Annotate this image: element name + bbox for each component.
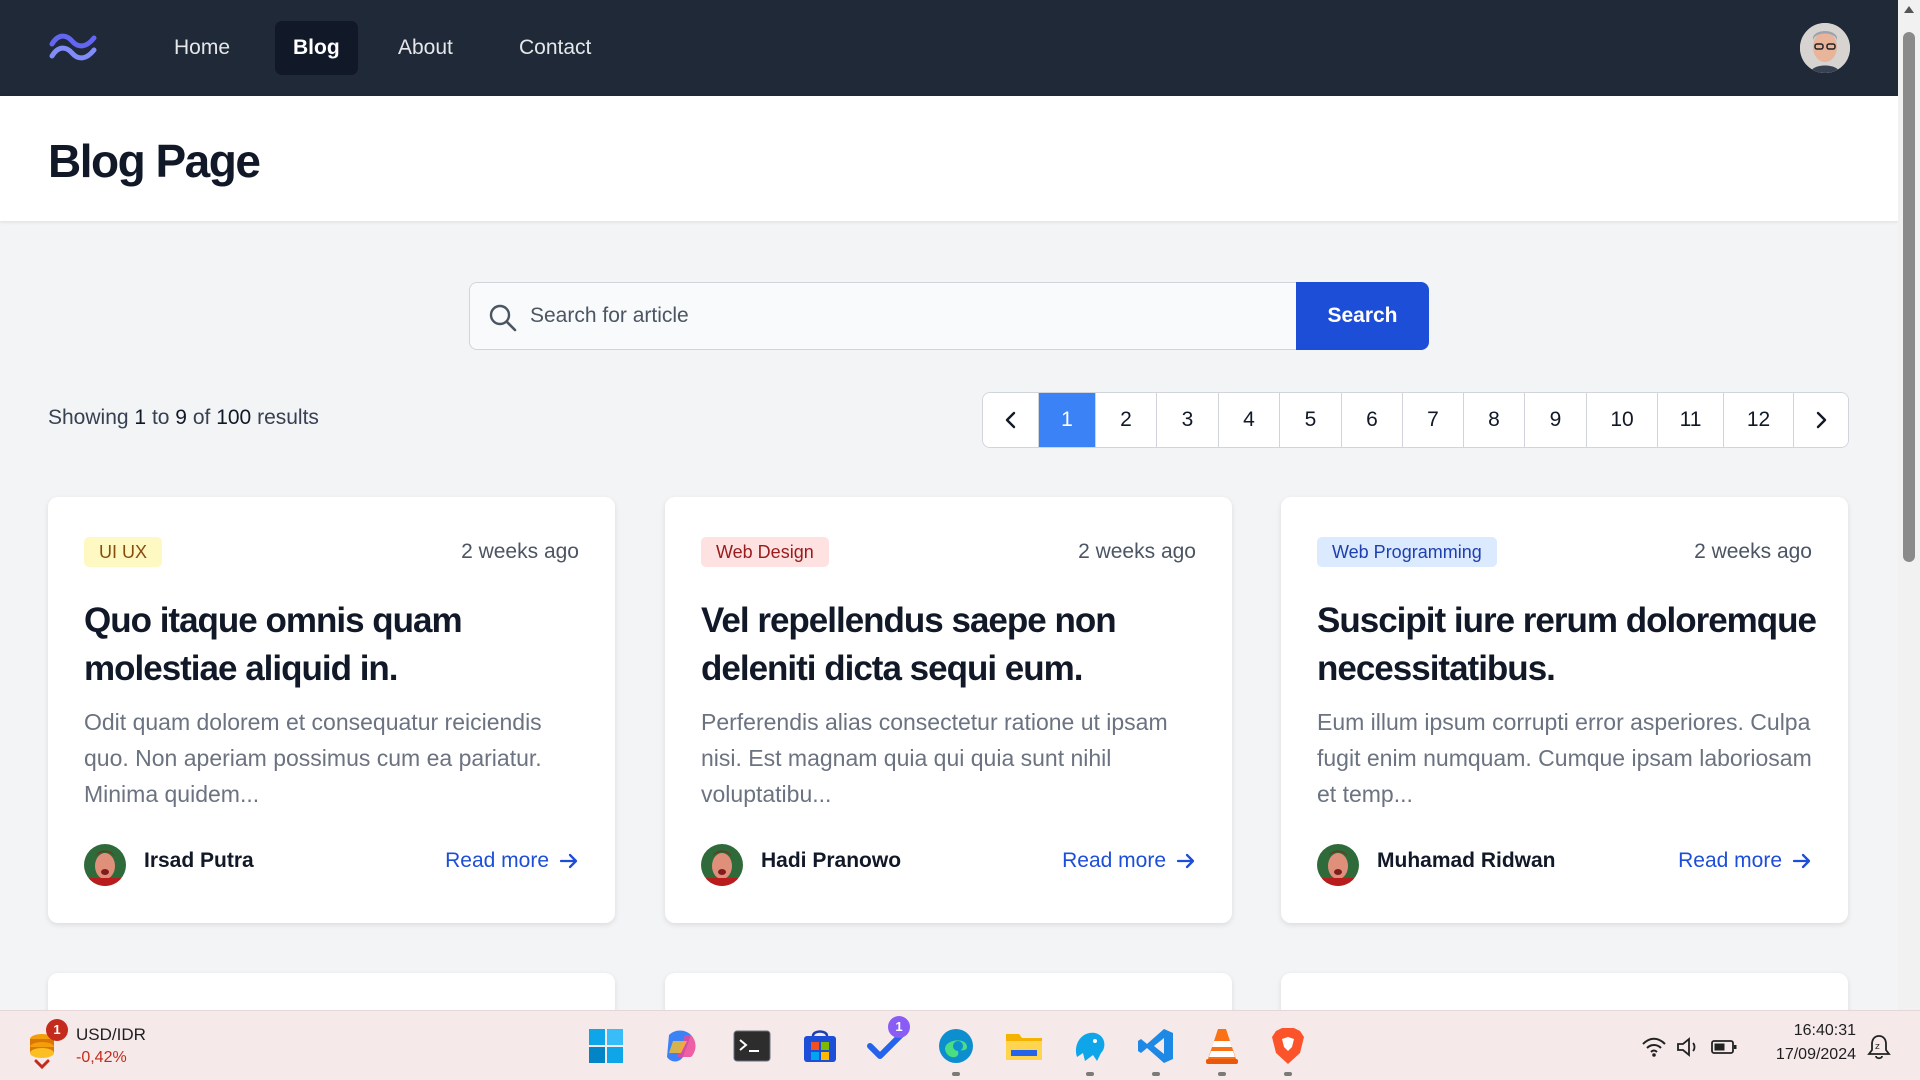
tailwind-logo-icon[interactable] [48,30,98,62]
volume-icon[interactable] [1674,1033,1702,1061]
currency-widget[interactable]: 1 USD/IDR -0,42% [24,1019,174,1073]
article-excerpt: Perferendis alias consectetur ratione ut… [701,709,1168,807]
page-button-9[interactable]: 9 [1524,393,1586,447]
article-excerpt: Odit quam dolorem et consequatur reicien… [84,709,542,807]
pagination-next-button[interactable] [1793,393,1848,447]
mysql-workbench-icon[interactable] [1068,1024,1112,1076]
terminal-icon[interactable] [730,1024,774,1068]
clock-date: 17/09/2024 [1775,1046,1856,1063]
running-indicator [1284,1072,1292,1076]
chevron-left-icon [1005,411,1015,429]
svg-text:z: z [1875,1042,1880,1052]
page-title: Blog Page [48,135,261,187]
store-icon[interactable] [798,1024,842,1068]
widget-notification-badge: 1 [46,1019,68,1041]
todo-icon[interactable]: 1 [864,1016,910,1068]
results-summary: Showing 1 to 9 of 100 results [48,406,319,429]
page-button-12[interactable]: 12 [1723,393,1793,447]
search-bar: Search [469,282,1429,350]
nav-home-link[interactable]: Home [156,21,248,75]
battery-icon[interactable] [1710,1033,1738,1061]
article-title[interactable]: Vel repellendus saepe non deleniti dicta… [701,597,1201,693]
page-button-2[interactable]: 2 [1095,393,1156,447]
search-icon [488,303,518,333]
widget-title: USD/IDR [76,1025,146,1044]
category-badge[interactable]: UI UX [84,537,163,567]
author-name: Muhamad Ridwan [1377,849,1556,872]
page-button-5[interactable]: 5 [1279,393,1341,447]
scroll-thumb[interactable] [1903,32,1915,562]
article-title[interactable]: Quo itaque omnis quam molestiae aliquid … [84,597,584,693]
page-button-8[interactable]: 8 [1463,393,1524,447]
search-button[interactable]: Search [1296,282,1429,350]
page-button-6[interactable]: 6 [1341,393,1402,447]
top-navbar: Home Blog About Contact [0,0,1898,96]
file-explorer-icon[interactable] [1002,1024,1046,1068]
search-field[interactable] [469,282,1297,350]
widget-value: -0,42% [76,1049,127,1066]
vscode-icon[interactable] [1134,1024,1178,1076]
page-button-1[interactable]: 1 [1038,393,1095,447]
category-badge[interactable]: Web Design [701,537,829,567]
article-date: 2 weeks ago [1694,540,1812,563]
clock-time: 16:40:31 [1793,1022,1856,1039]
chevron-right-icon [1816,411,1827,429]
running-indicator [952,1072,960,1076]
arrow-right-icon [1176,853,1195,869]
search-input[interactable] [530,283,1270,349]
category-badge[interactable]: Web Programming [1317,537,1497,567]
read-more-link[interactable]: Read more [1678,849,1812,873]
vlc-icon[interactable] [1200,1024,1244,1076]
article-card: UI UX 2 weeks ago Quo itaque omnis quam … [48,497,615,923]
read-more-link[interactable]: Read more [445,849,579,873]
scroll-up-arrow-icon[interactable] [1904,6,1914,13]
read-more-link[interactable]: Read more [1062,849,1196,873]
author-avatar [701,844,743,886]
nav-about-link[interactable]: About [380,21,471,75]
running-indicator [1218,1072,1226,1076]
running-indicator [1086,1072,1094,1076]
system-clock[interactable]: 16:40:31 17/09/2024 [1750,1019,1856,1067]
article-date: 2 weeks ago [461,540,579,563]
article-excerpt: Eum illum ipsum corrupti error asperiore… [1317,709,1812,807]
author-name: Hadi Pranowo [761,849,902,872]
page-button-3[interactable]: 3 [1156,393,1218,447]
nav-contact-link[interactable]: Contact [501,21,609,75]
arrow-right-icon [559,853,578,869]
article-date: 2 weeks ago [1078,540,1196,563]
article-title[interactable]: Suscipit iure rerum doloremque necessita… [1317,597,1817,693]
author-avatar [84,844,126,886]
pagination: 1 2 3 4 5 6 7 8 9 10 11 12 [982,392,1849,448]
page-button-11[interactable]: 11 [1657,393,1723,447]
running-indicator [1152,1072,1160,1076]
article-card: Web Programming 2 weeks ago Suscipit iur… [1281,497,1848,923]
windows-taskbar: 1 USD/IDR -0,42% 1 16:40:31 17/09/2024 z [0,1010,1920,1080]
notification-bell-icon[interactable]: z [1866,1033,1894,1061]
article-card: Web Design 2 weeks ago Vel repellendus s… [665,497,1232,923]
edge-icon[interactable] [934,1024,978,1076]
page-header: Blog Page [0,96,1898,222]
pagination-prev-button[interactable] [983,393,1038,447]
todo-notification-badge: 1 [888,1016,910,1038]
brave-icon[interactable] [1266,1024,1310,1076]
windows-start-icon[interactable] [584,1024,628,1068]
author-avatar [1317,844,1359,886]
page-button-10[interactable]: 10 [1586,393,1657,447]
wifi-icon[interactable] [1640,1033,1668,1061]
arrow-right-icon [1792,853,1811,869]
page-button-4[interactable]: 4 [1218,393,1279,447]
author-name: Irsad Putra [144,849,254,872]
page-button-7[interactable]: 7 [1402,393,1463,447]
user-avatar[interactable] [1800,23,1850,73]
page-scrollbar[interactable] [1898,0,1920,1010]
nav-blog-link[interactable]: Blog [275,21,358,75]
copilot-icon[interactable] [658,1024,702,1068]
